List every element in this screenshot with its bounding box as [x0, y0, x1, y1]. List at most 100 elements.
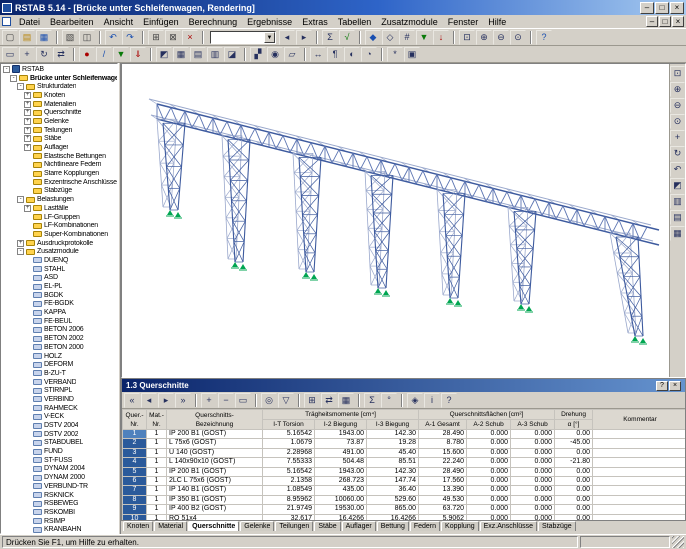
delete-row-button[interactable]: − — [218, 393, 234, 408]
tree-item-ausdruckprotokolle[interactable]: +Ausdruckprotokolle — [1, 239, 117, 248]
tree-item-starre-kopplungen[interactable]: Starre Kopplungen — [1, 169, 117, 178]
table-manager-button[interactable]: ▣ — [404, 47, 420, 62]
mdi-minimize-button[interactable]: – — [646, 16, 658, 27]
menu-bearbeiten[interactable]: Bearbeiten — [45, 16, 99, 28]
tree-item-lf-gruppen[interactable]: LF-Gruppen — [1, 213, 117, 222]
combo-dropdown-icon[interactable]: ▼ — [264, 32, 275, 43]
row-number-cell[interactable]: 8 — [123, 495, 147, 504]
table-info-button[interactable]: i — [424, 393, 440, 408]
prev-row-button[interactable]: ◂ — [141, 393, 157, 408]
new-node-button[interactable]: ● — [79, 47, 95, 62]
row-number-cell[interactable]: 2 — [123, 439, 147, 448]
tree-item-deform[interactable]: DEFORM — [1, 360, 117, 369]
menu-ansicht[interactable]: Ansicht — [99, 16, 139, 28]
tree-item-dstv-2002[interactable]: DSTV 2002 — [1, 430, 117, 439]
zoom-in-view-button[interactable]: ⊕ — [670, 82, 685, 97]
graphic-input-button[interactable]: ⊠ — [165, 30, 181, 45]
tree-item-teilungen[interactable]: +Teilungen — [1, 126, 117, 135]
menu-einf-gen[interactable]: Einfügen — [138, 16, 184, 28]
tree-item-beton-2002[interactable]: BETON 2002 — [1, 334, 117, 343]
menu-zusatzmodule[interactable]: Zusatzmodule — [376, 16, 443, 28]
col-header-a2-schub[interactable]: A-2 Schub — [467, 420, 511, 430]
render-mode-button[interactable]: ◆ — [365, 30, 381, 45]
isometric-view-button[interactable]: ◩ — [156, 47, 172, 62]
tree-item-br-cke-unter-schleifenwagen[interactable]: -Brücke unter Schleifenwagen — [1, 74, 117, 83]
expand-icon[interactable]: + — [24, 109, 31, 116]
next-loadcase-button[interactable]: ▸ — [296, 30, 312, 45]
collapse-icon[interactable]: - — [17, 83, 24, 90]
mdi-close-button[interactable]: × — [672, 16, 684, 27]
tab-exz-anschl-sse[interactable]: Exz.Anschlüsse — [480, 521, 537, 531]
tree-item-verbund-tr[interactable]: VERBUND-TR — [1, 482, 117, 491]
col-header-bezeichnung[interactable]: Querschnitts-Bezeichnung — [167, 410, 263, 430]
col-header-it-torsion[interactable]: I-T Torsion — [263, 420, 315, 430]
excel-export-button[interactable]: ▦ — [338, 393, 354, 408]
col-header-i3-biegung[interactable]: I-3 Biegung — [367, 420, 419, 430]
view-front-button[interactable]: ▥ — [670, 194, 685, 209]
view-xz-button[interactable]: ▤ — [190, 47, 206, 62]
tree-item-elastische-bettungen[interactable]: Elastische Bettungen — [1, 152, 117, 161]
next-row-button[interactable]: ▸ — [158, 393, 174, 408]
tree-item-nichtlineare-federn[interactable]: Nichtlineare Federn — [1, 161, 117, 170]
show-supports-button[interactable]: ▼ — [416, 30, 432, 45]
col-header-drehung[interactable]: Drehung — [555, 410, 593, 420]
tree-item-beton-2006[interactable]: BETON 2006 — [1, 326, 117, 335]
row-number-cell[interactable]: 4 — [123, 458, 147, 467]
zoom-all-button[interactable]: ⊙ — [510, 30, 526, 45]
tree-item-verbind[interactable]: VERBIND — [1, 395, 117, 404]
menu-extras[interactable]: Extras — [297, 16, 333, 28]
tree-item-stabz-ge[interactable]: Stabzüge — [1, 187, 117, 196]
copy-button[interactable]: ◫ — [79, 30, 95, 45]
wireframe-mode-button[interactable]: ◇ — [382, 30, 398, 45]
calculate-button[interactable]: Σ — [322, 30, 338, 45]
menu-hilfe[interactable]: Hilfe — [483, 16, 511, 28]
tab-stabz-ge[interactable]: Stabzüge — [538, 521, 576, 531]
maximize-view-button[interactable]: ⊡ — [670, 66, 685, 81]
delete-button[interactable]: × — [182, 30, 198, 45]
tab-knoten[interactable]: Knoten — [123, 521, 153, 531]
tree-item-duenq[interactable]: DUENQ — [1, 256, 117, 265]
col-header-i2-biegung[interactable]: I-2 Biegung — [315, 420, 367, 430]
zoom-full-button[interactable]: ⊙ — [670, 114, 685, 129]
rotate-button[interactable]: ↻ — [36, 47, 52, 62]
redo-button[interactable]: ↷ — [122, 30, 138, 45]
show-numbering-button[interactable]: # — [399, 30, 415, 45]
tree-item-fe-bgdk[interactable]: FE-BGDK — [1, 300, 117, 309]
menu-fenster[interactable]: Fenster — [443, 16, 484, 28]
view-side-button[interactable]: ▦ — [670, 226, 685, 241]
view-top-button[interactable]: ▤ — [670, 210, 685, 225]
bridge-3d-rendering[interactable] — [122, 64, 669, 377]
tree-item-auflager[interactable]: +Auflager — [1, 143, 117, 152]
expand-icon[interactable]: + — [24, 135, 31, 142]
zoom-window-button[interactable]: ⊡ — [459, 30, 475, 45]
col-header-a1-gesamt[interactable]: A-1 Gesamt — [419, 420, 467, 430]
resize-grip[interactable] — [672, 536, 684, 548]
calculator-button[interactable]: Σ — [364, 393, 380, 408]
table-row[interactable]: 41L 140x90x10 (GOST)7.55333504.4885.5122… — [123, 458, 686, 467]
tree-item-v-eck[interactable]: V-ECK — [1, 413, 117, 422]
print-button[interactable]: ▧ — [62, 30, 78, 45]
table-row[interactable]: 91IP 400 B2 (GOST)21.974919530.00865.006… — [123, 505, 686, 514]
filter-rows-button[interactable]: ▽ — [278, 393, 294, 408]
previous-view-button[interactable]: ↶ — [670, 162, 685, 177]
tree-item-belastungen[interactable]: -Belastungen — [1, 195, 117, 204]
expand-icon[interactable]: + — [24, 144, 31, 151]
table-row[interactable]: 101RO 51x432.61716.426616.42665.90620.00… — [123, 514, 686, 520]
tree-item-stirnpl[interactable]: STIRNPL — [1, 386, 117, 395]
table-panel-close-button[interactable]: × — [669, 381, 681, 391]
tab-gelenke[interactable]: Gelenke — [240, 521, 274, 531]
table-panel-help-button[interactable]: ? — [656, 381, 668, 391]
menu-tabellen[interactable]: Tabellen — [333, 16, 377, 28]
insert-row-button[interactable]: + — [201, 393, 217, 408]
new-member-button[interactable]: / — [96, 47, 112, 62]
table-row[interactable]: 81IP 350 B1 (GOST)8.9596210060.00529.604… — [123, 495, 686, 504]
tree-item-rsknick[interactable]: RSKNICK — [1, 491, 117, 500]
pan-view-button[interactable]: + — [670, 130, 685, 145]
tab-teilungen[interactable]: Teilungen — [275, 521, 313, 531]
tree-item-lastf-lle[interactable]: +Lastfälle — [1, 204, 117, 213]
tree-item-rskombi[interactable]: RSKOMBI — [1, 508, 117, 517]
tab-querschnitte[interactable]: Querschnitte — [188, 521, 239, 531]
isometric-button[interactable]: ◩ — [670, 178, 685, 193]
tree-item-verband[interactable]: VERBAND — [1, 378, 117, 387]
maximize-button[interactable]: □ — [655, 2, 669, 14]
